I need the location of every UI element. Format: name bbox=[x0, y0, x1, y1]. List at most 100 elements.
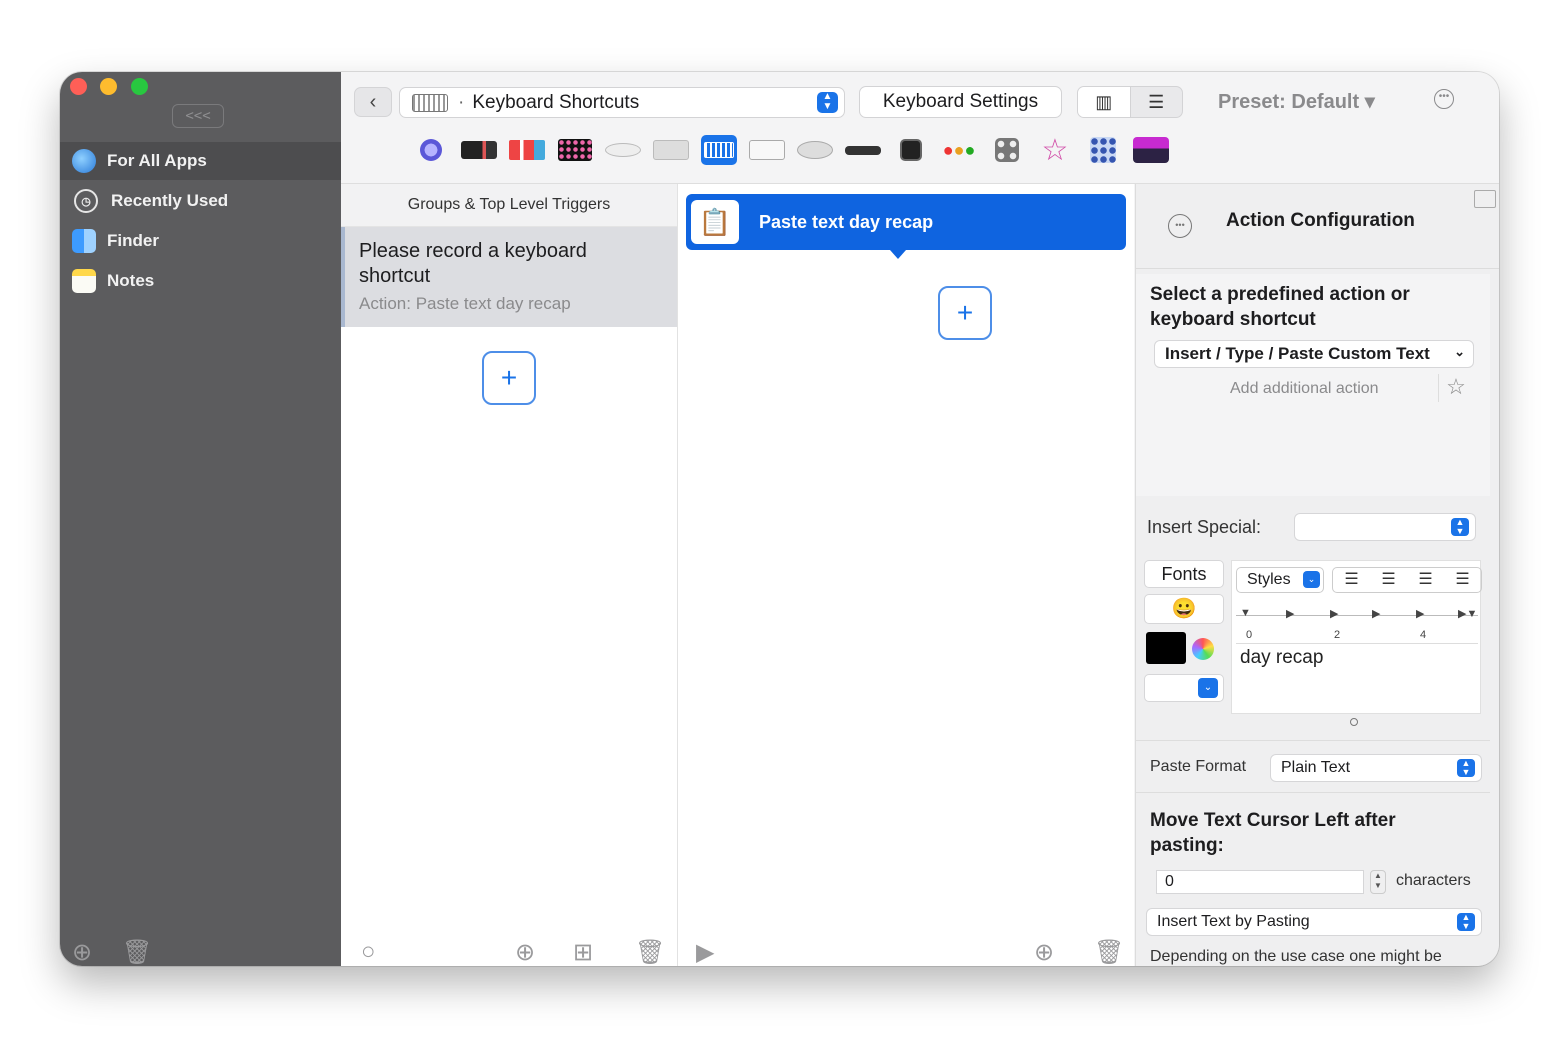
play-icon[interactable]: ▶ bbox=[696, 938, 714, 966]
styles-select[interactable]: Styles ⌄ bbox=[1236, 567, 1324, 593]
fonts-button[interactable]: Fonts bbox=[1144, 560, 1224, 588]
align-center-icon[interactable]: ☰ bbox=[1370, 568, 1407, 592]
keyboard-icon bbox=[412, 93, 448, 112]
tab-stop-icon[interactable]: ▶ bbox=[1372, 607, 1380, 620]
resize-handle[interactable] bbox=[1350, 718, 1358, 726]
notes-icon bbox=[72, 269, 96, 293]
device-remote-keys-icon[interactable] bbox=[749, 135, 785, 165]
trigger-type-select[interactable]: · Keyboard Shortcuts ▲ ▼ bbox=[399, 87, 845, 118]
text-color-swatch[interactable] bbox=[1146, 632, 1186, 664]
add-action-button[interactable]: + bbox=[938, 286, 992, 340]
device-keyboard-icon[interactable] bbox=[701, 135, 737, 165]
toolbar: ‹ · Keyboard Shortcuts ▲ ▼ Keyboard Setti… bbox=[341, 72, 1499, 184]
star-icon[interactable]: ☆ bbox=[1438, 374, 1473, 402]
cursor-offset-stepper[interactable]: ▲ ▼ bbox=[1370, 870, 1386, 894]
sidebar: <<< For All Apps ◷ Recently Used Finder … bbox=[60, 72, 341, 966]
predefined-action-section: Select a predefined action or keyboard s… bbox=[1136, 274, 1490, 496]
action-row[interactable]: 📋 Paste text day recap bbox=[686, 194, 1126, 250]
tab-stop-icon[interactable]: ▶ bbox=[1330, 607, 1338, 620]
more-options-icon[interactable]: ••• bbox=[1434, 89, 1454, 109]
groups-panel: Groups & Top Level Triggers Please recor… bbox=[341, 184, 678, 966]
device-trackpad-icon[interactable] bbox=[653, 135, 689, 165]
window-icon[interactable] bbox=[1474, 190, 1496, 208]
device-magic-mouse-icon[interactable] bbox=[605, 135, 641, 165]
chevron-down-icon: ⌄ bbox=[1198, 678, 1218, 698]
device-keypad-icon[interactable] bbox=[557, 135, 593, 165]
add-icon[interactable]: ⊕ bbox=[515, 938, 535, 966]
text-content[interactable]: day recap bbox=[1240, 647, 1323, 669]
add-icon[interactable]: ⊕ bbox=[1034, 938, 1054, 966]
add-additional-action-link[interactable]: Add additional action bbox=[1230, 380, 1379, 398]
insert-method-select[interactable]: Insert Text by Pasting ▲ ▼ bbox=[1146, 908, 1482, 936]
trigger-row[interactable]: Please record a keyboard shortcut Action… bbox=[341, 227, 677, 327]
sidebar-item-finder[interactable]: Finder bbox=[60, 222, 341, 260]
device-streamdeck-icon[interactable] bbox=[509, 135, 545, 165]
stepper-icon: ▲ ▼ bbox=[1451, 518, 1469, 536]
device-color-dots-icon[interactable]: ● ● ● bbox=[941, 135, 977, 165]
finder-icon bbox=[72, 229, 96, 253]
trash-icon[interactable]: 🗑 bbox=[122, 938, 152, 966]
zoom-window-button[interactable] bbox=[131, 78, 148, 95]
device-controller-icon[interactable] bbox=[989, 135, 1025, 165]
sidebar-item-for-all-apps[interactable]: For All Apps bbox=[60, 142, 341, 180]
device-network-icon[interactable] bbox=[1085, 135, 1121, 165]
tab-stop-icon[interactable]: ▼ bbox=[1240, 607, 1251, 619]
cursor-offset-input[interactable]: 0 bbox=[1156, 870, 1364, 894]
clipboard-icon: 📋 bbox=[691, 200, 739, 244]
color-wheel-icon[interactable] bbox=[1192, 638, 1214, 660]
paste-format-value: Plain Text bbox=[1281, 759, 1351, 776]
search-icon[interactable]: ○ bbox=[361, 938, 376, 966]
config-title: Action Configuration bbox=[1226, 210, 1415, 231]
sidebar-item-label: Notes bbox=[107, 271, 155, 290]
size-select[interactable]: ⌄ bbox=[1144, 674, 1224, 702]
align-right-icon[interactable]: ☰ bbox=[1444, 568, 1481, 592]
align-justify-icon[interactable]: ☰ bbox=[1407, 568, 1444, 592]
back-button[interactable]: ‹ bbox=[354, 87, 392, 117]
chevron-down-icon: ⌄ bbox=[1303, 571, 1320, 588]
tab-stop-icon[interactable]: ▶ bbox=[1416, 607, 1424, 620]
columns-view-icon[interactable]: ▥ bbox=[1078, 87, 1131, 117]
close-window-button[interactable] bbox=[70, 78, 87, 95]
stepper-icon: ▲ ▼ bbox=[1457, 759, 1475, 777]
tab-stop-icon[interactable]: ▶ bbox=[1286, 607, 1294, 620]
app-window: <<< For All Apps ◷ Recently Used Finder … bbox=[60, 72, 1499, 966]
trash-icon[interactable]: 🗑 bbox=[635, 938, 665, 966]
device-mouse-icon[interactable] bbox=[797, 135, 833, 165]
paste-format-label: Paste Format bbox=[1150, 758, 1247, 775]
clock-icon: ◷ bbox=[74, 189, 98, 213]
actions-panel: 📋 Paste text day recap + ▶ ⊕ 🗑 bbox=[678, 184, 1134, 966]
device-stream-icon[interactable] bbox=[1133, 135, 1169, 165]
minimize-window-button[interactable] bbox=[100, 78, 117, 95]
device-generic-icon[interactable] bbox=[413, 135, 449, 165]
align-left-icon[interactable]: ☰ bbox=[1333, 568, 1370, 592]
add-trigger-button[interactable]: + bbox=[482, 351, 536, 405]
predefined-action-select[interactable]: Insert / Type / Paste Custom Text ⌄ bbox=[1154, 340, 1474, 368]
new-folder-icon[interactable]: ⊞ bbox=[573, 938, 593, 966]
ruler-tick: 2 bbox=[1334, 629, 1341, 641]
plus-icon: + bbox=[500, 362, 518, 393]
help-text: Depending on the use case one might be f… bbox=[1150, 948, 1442, 965]
device-star-icon[interactable]: ☆ bbox=[1037, 134, 1073, 167]
trigger-type-value: Keyboard Shortcuts bbox=[472, 91, 640, 113]
insert-special-select[interactable]: ▲ ▼ bbox=[1294, 513, 1476, 541]
tab-stop-icon[interactable]: ▶▼ bbox=[1458, 607, 1477, 620]
add-app-icon[interactable]: ⊕ bbox=[72, 938, 92, 966]
device-touchbar-icon[interactable] bbox=[461, 135, 497, 165]
device-strip: ● ● ● ☆ bbox=[413, 132, 1169, 168]
emoji-picker-button[interactable]: 😀 bbox=[1144, 594, 1224, 624]
keyboard-settings-button[interactable]: Keyboard Settings bbox=[859, 86, 1062, 118]
collapse-sidebar-button[interactable]: <<< bbox=[172, 104, 224, 128]
ruler-tick: 4 bbox=[1420, 629, 1427, 641]
more-options-icon[interactable]: ••• bbox=[1168, 214, 1192, 238]
list-view-icon[interactable]: ☰ bbox=[1131, 87, 1183, 117]
preset-menu[interactable]: Preset: Default ▾ bbox=[1218, 89, 1375, 114]
sidebar-item-recently-used[interactable]: ◷ Recently Used bbox=[60, 182, 341, 220]
paste-format-select[interactable]: Plain Text ▲ ▼ bbox=[1270, 754, 1482, 782]
sidebar-item-notes[interactable]: Notes bbox=[60, 262, 341, 300]
device-midi-icon[interactable] bbox=[893, 135, 929, 165]
device-siri-remote-icon[interactable] bbox=[845, 135, 881, 165]
sidebar-item-label: Recently Used bbox=[111, 191, 229, 210]
trash-icon[interactable]: 🗑 bbox=[1094, 938, 1124, 966]
insert-special-label: Insert Special: bbox=[1147, 517, 1262, 537]
action-pointer bbox=[890, 250, 906, 259]
